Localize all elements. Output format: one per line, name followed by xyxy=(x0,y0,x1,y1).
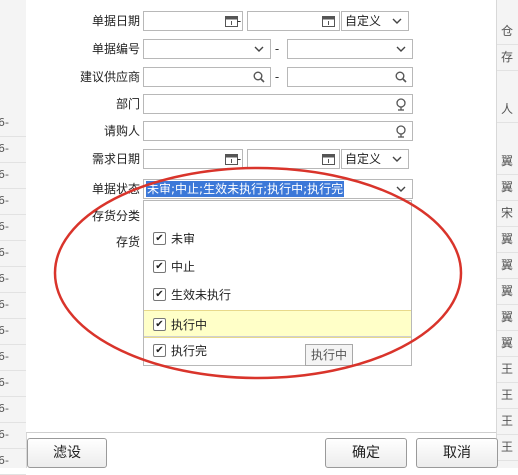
annotation-ellipse xyxy=(53,166,463,380)
annotation-ellipse-shape xyxy=(53,166,463,380)
